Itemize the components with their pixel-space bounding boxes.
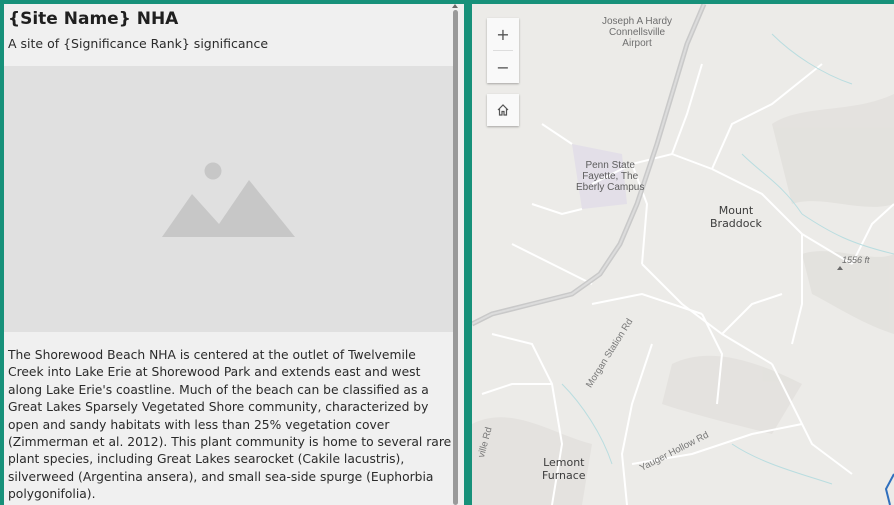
map-view[interactable]: Joseph A Hardy Connellsville Airport Pen… xyxy=(472,4,894,505)
site-subtitle: A site of {Significance Rank} significan… xyxy=(8,36,269,51)
minus-icon: − xyxy=(496,57,510,77)
image-placeholder xyxy=(4,66,454,332)
lemont-furnace-label-text: Lemont Furnace xyxy=(542,456,586,482)
zoom-out-button[interactable]: − xyxy=(487,51,519,83)
home-button[interactable] xyxy=(487,94,519,126)
mount-braddock-label: Mount Braddock xyxy=(710,204,762,230)
basemap xyxy=(472,4,894,505)
home-icon xyxy=(497,104,509,116)
plus-icon: + xyxy=(496,24,510,44)
site-title: {Site Name} NHA xyxy=(8,9,179,29)
campus-label-text: Penn State Fayette, The Eberly Campus xyxy=(576,160,645,193)
panel-scrollbar[interactable] xyxy=(451,4,460,505)
campus-label: Penn State Fayette, The Eberly Campus xyxy=(576,160,644,193)
lemont-furnace-label: Lemont Furnace xyxy=(542,456,586,482)
feature-panel: {Site Name} NHA A site of {Significance … xyxy=(4,4,464,505)
zoom-controls: + − xyxy=(487,18,519,83)
site-description: The Shorewood Beach NHA is centered at t… xyxy=(8,348,452,502)
elevation-label: 1556 ft xyxy=(842,255,870,265)
scroll-thumb[interactable] xyxy=(453,10,458,505)
mount-braddock-label-text: Mount Braddock xyxy=(710,204,762,230)
airport-label-text: Joseph A Hardy Connellsville Airport xyxy=(602,16,673,49)
panel-divider[interactable] xyxy=(464,0,472,505)
airport-label: Joseph A Hardy Connellsville Airport xyxy=(602,16,672,49)
image-placeholder-icon xyxy=(162,162,295,237)
scroll-up-arrow-icon[interactable] xyxy=(452,4,458,8)
zoom-in-button[interactable]: + xyxy=(487,18,519,50)
